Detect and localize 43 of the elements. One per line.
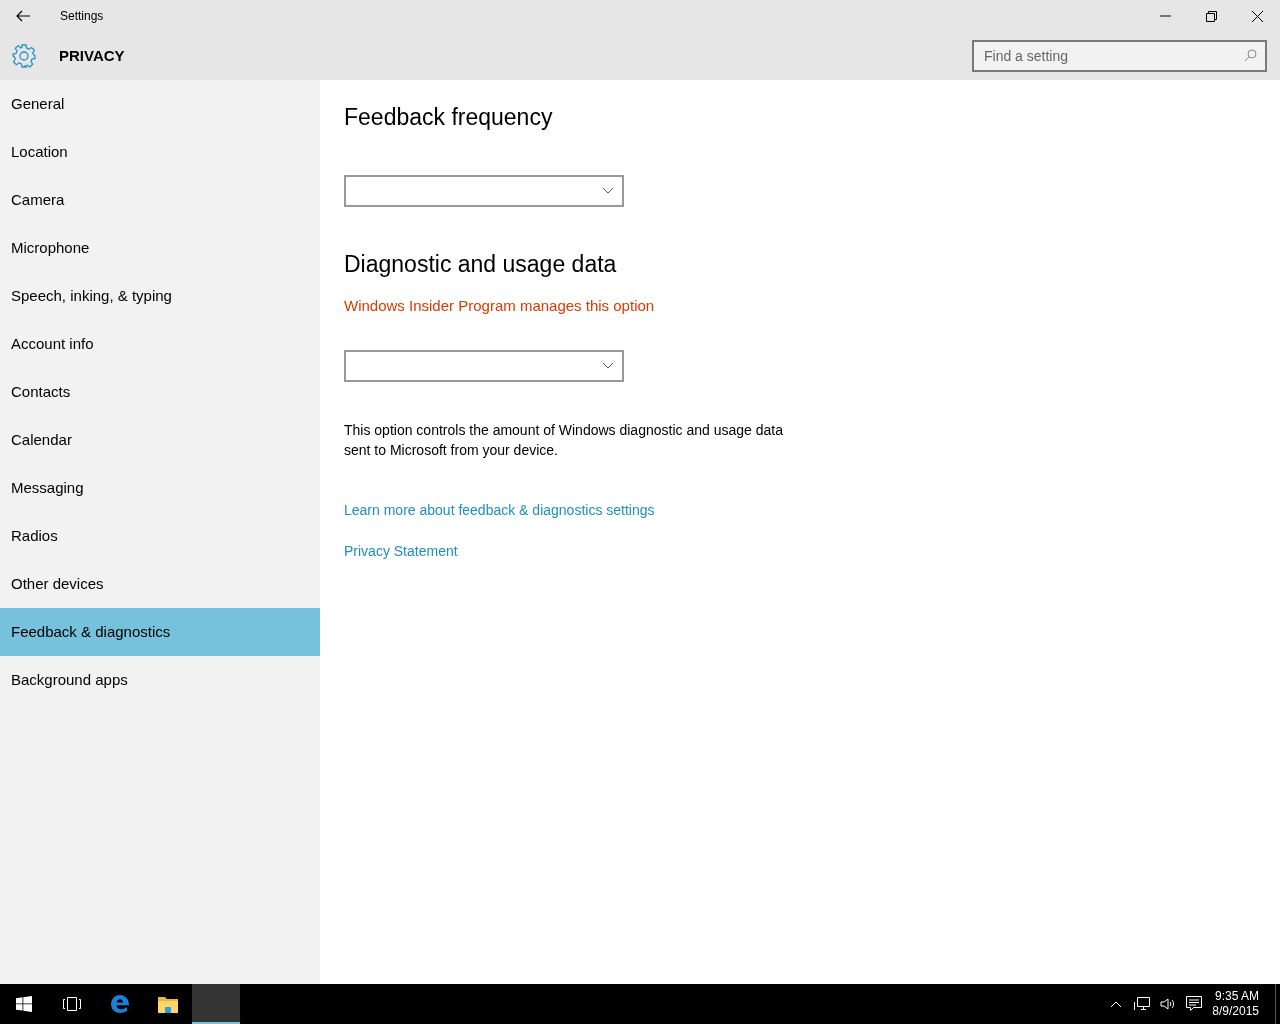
sidebar-item[interactable]: Contacts [0, 368, 320, 416]
sidebar-item[interactable]: Microphone [0, 224, 320, 272]
clock-date[interactable]: 8/9/2015 [1212, 1004, 1259, 1019]
restore-icon [1205, 10, 1217, 22]
section-heading: Diagnostic and usage data [344, 249, 617, 279]
chevron-down-icon [602, 187, 614, 194]
volume-icon[interactable] [1160, 997, 1177, 1011]
link[interactable]: Learn more about feedback & diagnostics settings [344, 499, 655, 521]
description-text: This option controls the amount of Windows diagnostic and usage data sent to Microsoft from your device. [344, 420, 784, 460]
chevron-down-icon [602, 362, 614, 369]
notification-icon[interactable] [1186, 996, 1203, 1012]
sidebar-item[interactable]: Messaging [0, 464, 320, 512]
dropdown[interactable] [344, 349, 624, 382]
sidebar-item[interactable]: Location [0, 128, 320, 176]
search-field[interactable]: Find a setting [972, 40, 1267, 72]
minimize-icon [1159, 15, 1171, 17]
section-heading: Feedback frequency [344, 103, 553, 132]
task-view-icon [63, 997, 81, 1011]
close-icon [1251, 10, 1263, 22]
sidebar-item[interactable]: Radios [0, 512, 320, 560]
taskbar-button[interactable] [192, 984, 240, 1024]
dropdown[interactable] [344, 174, 624, 207]
sidebar-item[interactable]: Speech, inking, & typing [0, 272, 320, 320]
chevron-up-icon[interactable] [1110, 1000, 1123, 1008]
sidebar-item[interactable]: Background apps [0, 656, 320, 704]
link[interactable]: Privacy Statement [344, 540, 458, 562]
windows-logo-icon [16, 996, 32, 1012]
sidebar-item[interactable]: Feedback & diagnostics [0, 608, 320, 656]
search-icon [1244, 49, 1257, 62]
browser-e-icon [110, 994, 130, 1014]
clock-time[interactable]: 9:35 AM [1214, 989, 1259, 1004]
managed-warning: Windows Insider Program manages this option [344, 296, 655, 316]
sidebar-item[interactable]: Account info [0, 320, 320, 368]
back-icon [15, 10, 31, 22]
folder-icon [158, 995, 178, 1013]
network-icon[interactable] [1134, 997, 1151, 1011]
sidebar-item[interactable]: Camera [0, 176, 320, 224]
window-title: Settings [60, 8, 104, 25]
gear-icon [11, 43, 37, 69]
page-title: PRIVACY [59, 45, 125, 66]
sidebar-item[interactable]: General [0, 80, 320, 128]
sidebar-item[interactable]: Calendar [0, 416, 320, 464]
sidebar-item[interactable]: Other devices [0, 560, 320, 608]
